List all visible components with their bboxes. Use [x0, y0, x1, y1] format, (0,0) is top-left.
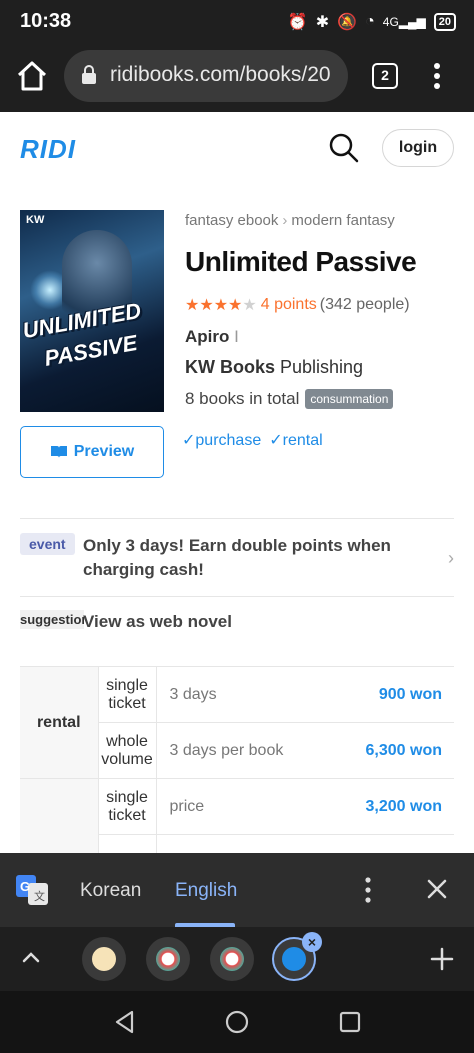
site-favicon — [220, 947, 244, 971]
ridi-favicon — [282, 947, 306, 971]
price-desc: 3 days — [156, 666, 325, 723]
login-button[interactable]: login — [382, 129, 454, 167]
star-icon: ★ — [199, 297, 214, 314]
series-total: 8 books in total consummation — [185, 389, 394, 409]
publisher-suffix: Publishing — [280, 357, 364, 377]
event-text: Only 3 days! Earn double points when cha… — [83, 536, 391, 579]
tab-switcher-button[interactable]: 2 — [372, 63, 398, 89]
tab-thumbnail[interactable] — [146, 937, 190, 981]
tab-count: 2 — [381, 67, 389, 83]
site-favicon — [156, 947, 180, 971]
rating-people: (342 people) — [319, 296, 410, 313]
breadcrumb: fantasy ebook › modern fantasy — [185, 212, 395, 229]
translate-bar: G 文 Korean English — [0, 853, 474, 927]
table-row: rental single ticket 3 days 900 won — [20, 666, 454, 779]
alarm-icon: ⏰ — [287, 14, 308, 31]
table-row: purchase single ticket price 3,200 won — [20, 778, 454, 891]
battery-level: 20 — [438, 16, 451, 28]
network-type: 4G — [382, 15, 399, 29]
star-icon: ★ — [213, 297, 229, 314]
close-icon[interactable] — [426, 878, 448, 900]
suggestion-tag: suggestion — [20, 610, 84, 629]
status-badge: consummation — [305, 389, 394, 409]
back-icon[interactable] — [112, 1009, 138, 1035]
home-nav-icon[interactable] — [224, 1009, 250, 1035]
price-desc: price — [156, 778, 325, 835]
chevron-up-icon[interactable] — [20, 947, 42, 969]
rating-points: 4 points — [260, 296, 317, 313]
book-title: Unlimited Passive — [185, 246, 417, 277]
bluetooth-icon: ✱ — [315, 14, 330, 31]
wifi-icon: ◔ — [365, 13, 375, 30]
price-kind: single ticket — [98, 778, 157, 835]
more-options-icon[interactable] — [360, 875, 376, 905]
preview-label: Preview — [73, 443, 135, 460]
ridi-logo[interactable]: RIDI — [20, 134, 76, 165]
star-icon: ★ — [185, 297, 200, 314]
site-header: RIDI login — [0, 112, 474, 188]
star-icon: ★ — [228, 297, 243, 314]
lock-icon — [82, 65, 96, 84]
battery-icon: 20 — [433, 13, 456, 31]
clock: 10:38 — [20, 10, 72, 32]
book-open-icon — [50, 446, 67, 458]
search-icon[interactable] — [328, 132, 360, 164]
tab-strip — [0, 927, 474, 991]
suggestion-text: View as web novel — [83, 612, 232, 631]
source-language-tab[interactable]: Korean — [80, 880, 141, 902]
divider — [20, 518, 454, 519]
publisher: KW Books Publishing — [185, 357, 363, 378]
author-separator: I — [234, 327, 239, 346]
tab-thumbnail[interactable] — [210, 937, 254, 981]
more-options-icon[interactable] — [428, 60, 446, 92]
rental-option: ✓rental — [269, 432, 323, 449]
purchase-option: ✓purchase — [182, 432, 262, 449]
author: Apiro I — [185, 327, 239, 347]
rating: ★★★★★ 4 points (342 people) — [185, 295, 410, 315]
system-nav-bar — [0, 991, 474, 1053]
recents-icon[interactable] — [337, 1009, 363, 1035]
star-icon: ★ — [242, 297, 257, 314]
new-tab-icon[interactable] — [428, 945, 456, 973]
price-kind: whole volume — [98, 722, 157, 779]
browser-toolbar: ridibooks.com/books/20 2 — [0, 44, 474, 112]
home-icon[interactable] — [14, 58, 50, 94]
author-link[interactable]: Apiro — [185, 327, 229, 346]
status-bar: 10:38 ⏰ ✱ 🔕 ◔ 4G▂▄▆ 20 — [0, 0, 474, 44]
sale-options: ✓purchase ✓rental — [182, 430, 323, 450]
price-kind: single ticket — [98, 666, 157, 723]
status-icons: ⏰ ✱ 🔕 ◔ 4G▂▄▆ 20 — [288, 12, 456, 32]
suggestion-row[interactable]: suggestion View as web novel — [20, 598, 454, 648]
cover-publisher-mark: KW — [26, 214, 45, 226]
price-desc: 3 days per book — [156, 722, 325, 779]
google-translate-icon: G 文 — [16, 875, 48, 905]
svg-text:G: G — [20, 879, 30, 894]
publisher-link[interactable]: KW Books — [185, 357, 275, 377]
price-amount: 3,200 won — [324, 778, 454, 835]
mute-icon: 🔕 — [337, 14, 358, 31]
chevron-right-icon: › — [448, 548, 454, 568]
tab-thumbnail[interactable] — [82, 937, 126, 981]
rating-stars: ★★★★★ — [185, 295, 257, 315]
target-language-tab[interactable]: English — [175, 880, 237, 902]
url-text: ridibooks.com/books/20 — [110, 63, 331, 86]
price-amount: 900 won — [324, 666, 454, 723]
book-cover[interactable]: KW UNLIMITED PASSIVE — [20, 210, 164, 412]
category-sub-link[interactable]: modern fantasy — [291, 212, 394, 229]
event-banner[interactable]: event Only 3 days! Earn double points wh… — [20, 520, 454, 596]
event-tag: event — [20, 533, 75, 555]
total-books[interactable]: 8 books in total — [185, 389, 299, 409]
address-bar[interactable]: ridibooks.com/books/20 — [64, 50, 348, 102]
preview-button[interactable]: Preview — [20, 426, 164, 478]
rental-group-label: rental — [20, 666, 99, 779]
svg-text:文: 文 — [34, 889, 45, 903]
price-amount: 6,300 won — [324, 722, 454, 779]
chevron-right-icon: › — [282, 212, 288, 229]
signal-icon: 4G▂▄▆ — [382, 15, 426, 29]
close-tab-icon[interactable]: × — [302, 932, 322, 952]
divider — [20, 596, 454, 597]
site-favicon — [92, 947, 116, 971]
category-main-link[interactable]: fantasy ebook — [185, 212, 278, 229]
